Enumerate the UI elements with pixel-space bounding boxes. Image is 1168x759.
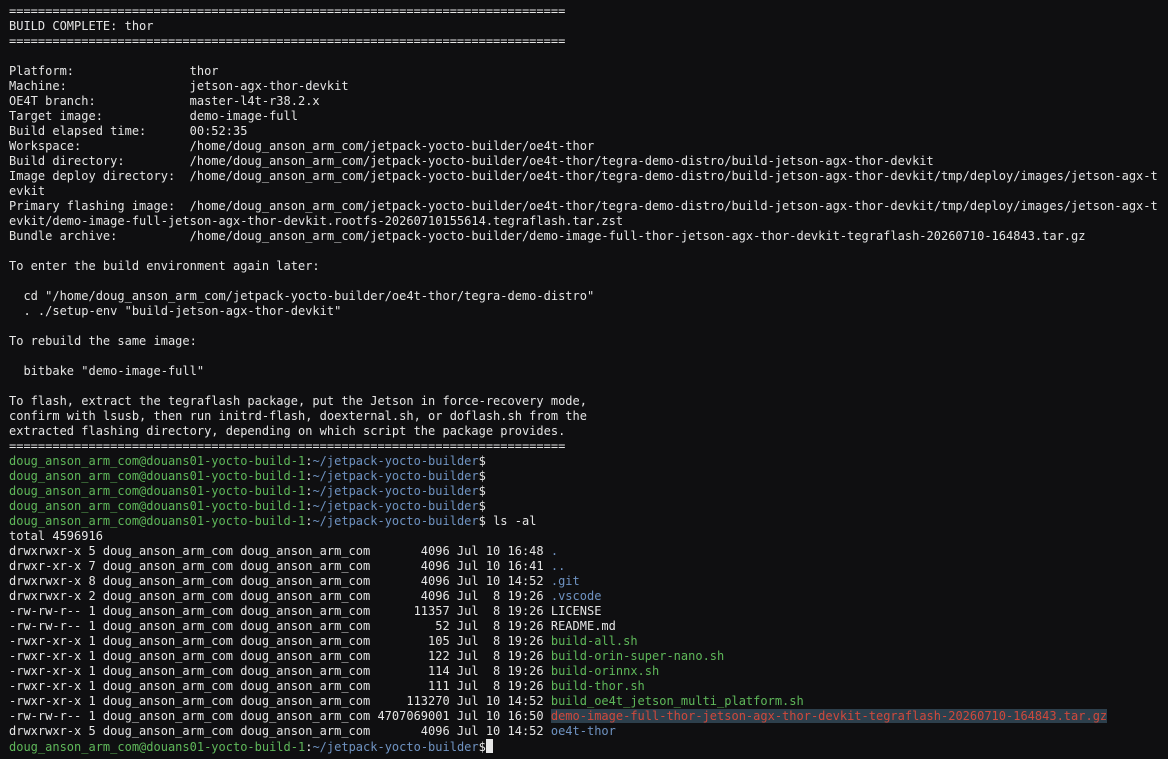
build-complete-heading: BUILD COMPLETE: thor (9, 19, 154, 33)
file-name: oe4t-thor (550, 724, 616, 738)
file-meta: -rwxr-xr-x 1 doug_anson_arm_com doug_ans… (9, 634, 551, 648)
bundle-archive-line: Bundle archive: /home/doug_anson_arm_com… (9, 229, 1086, 243)
listing-row: -rw-rw-r-- 1 doug_anson_arm_com doug_ans… (9, 709, 1158, 724)
target-image-line: Target image: demo-image-full (9, 109, 298, 123)
prompt-path: ~/jetpack-yocto-builder (312, 740, 479, 754)
file-meta: -rw-rw-r-- 1 doug_anson_arm_com doug_ans… (9, 604, 551, 618)
listing-row: -rwxr-xr-x 1 doug_anson_arm_com doug_ans… (9, 664, 1158, 679)
summary-divider: ========================================… (9, 439, 566, 453)
prompt-dollar: $ (478, 454, 486, 468)
listing-row: -rwxr-xr-x 1 doug_anson_arm_com doug_ans… (9, 679, 1158, 694)
prompt-dollar: $ (478, 514, 486, 528)
prompt-dollar: $ (478, 484, 486, 498)
setup-env-command-line: . ./setup-env "build-jetson-agx-thor-dev… (9, 304, 342, 318)
listing-row: drwxr-xr-x 7 doug_anson_arm_com doug_ans… (9, 559, 1158, 574)
flashing-image-wrap: evkit/demo-image-full-jetson-agx-thor-de… (9, 214, 624, 228)
listing-row: -rw-rw-r-- 1 doug_anson_arm_com doug_ans… (9, 604, 1158, 619)
prompt-dollar: $ (478, 469, 486, 483)
enter-env-heading: To enter the build environment again lat… (9, 259, 320, 273)
bitbake-command-line: bitbake "demo-image-full" (9, 364, 205, 378)
file-name: LICENSE (550, 604, 602, 618)
rebuild-heading: To rebuild the same image: (9, 334, 197, 348)
prompt-user-host: doug_anson_arm_com@douans01-yocto-build-… (9, 740, 306, 754)
prompt-line: doug_anson_arm_com@douans01-yocto-build-… (9, 499, 1158, 514)
terminal-cursor[interactable] (485, 739, 493, 753)
prompt-dollar: $ (478, 499, 486, 513)
prompt-line: doug_anson_arm_com@douans01-yocto-build-… (9, 454, 1158, 469)
elapsed-time-line: Build elapsed time: 00:52:35 (9, 124, 248, 138)
file-name: .vscode (550, 589, 602, 603)
flash-instructions-line: extracted flashing directory, depending … (9, 424, 566, 438)
machine-line: Machine: jetson-agx-thor-devkit (9, 79, 349, 93)
file-name: build-orinnx.sh (550, 664, 660, 678)
prompt-line: doug_anson_arm_com@douans01-yocto-build-… (9, 469, 1158, 484)
file-meta: -rwxr-xr-x 1 doug_anson_arm_com doug_ans… (9, 649, 551, 663)
flashing-image-line: Primary flashing image: /home/doug_anson… (9, 199, 1158, 213)
listing-row: drwxrwxr-x 5 doug_anson_arm_com doug_ans… (9, 544, 1158, 559)
prompt-user-host: doug_anson_arm_com@douans01-yocto-build-… (9, 514, 306, 528)
file-name: .git (550, 574, 580, 588)
prompt-path: ~/jetpack-yocto-builder (312, 484, 479, 498)
branch-line: OE4T branch: master-l4t-r38.2.x (9, 94, 320, 108)
listing-row: -rwxr-xr-x 1 doug_anson_arm_com doug_ans… (9, 634, 1158, 649)
file-name: README.md (550, 619, 616, 633)
platform-line: Platform: thor (9, 64, 219, 78)
flash-instructions-line: confirm with lsusb, then run initrd-flas… (9, 409, 587, 423)
file-name: build-all.sh (550, 634, 638, 648)
listing-row: drwxrwxr-x 5 doug_anson_arm_com doug_ans… (9, 724, 1158, 739)
file-meta: drwxrwxr-x 5 doug_anson_arm_com doug_ans… (9, 724, 551, 738)
file-name: build_oe4t_jetson_multi_platform.sh (550, 694, 804, 708)
prompt-line: doug_anson_arm_com@douans01-yocto-build-… (9, 514, 1158, 529)
ls-total-line: total 4596916 (9, 529, 103, 543)
active-prompt-line[interactable]: doug_anson_arm_com@douans01-yocto-build-… (9, 739, 1158, 754)
file-meta: drwxrwxr-x 2 doug_anson_arm_com doug_ans… (9, 589, 551, 603)
file-meta: drwxr-xr-x 7 doug_anson_arm_com doug_ans… (9, 559, 551, 573)
file-meta: -rwxr-xr-x 1 doug_anson_arm_com doug_ans… (9, 664, 551, 678)
listing-row: -rwxr-xr-x 1 doug_anson_arm_com doug_ans… (9, 694, 1158, 709)
file-meta: drwxrwxr-x 5 doug_anson_arm_com doug_ans… (9, 544, 551, 558)
file-meta: -rwxr-xr-x 1 doug_anson_arm_com doug_ans… (9, 679, 551, 693)
deploy-directory-wrap: evkit (9, 184, 46, 198)
workspace-line: Workspace: /home/doug_anson_arm_com/jetp… (9, 139, 595, 153)
file-meta: -rw-rw-r-- 1 doug_anson_arm_com doug_ans… (9, 709, 551, 723)
prompt-dollar: $ (478, 740, 486, 754)
cd-command-line: cd "/home/doug_anson_arm_com/jetpack-yoc… (9, 289, 595, 303)
prompt-line: doug_anson_arm_com@douans01-yocto-build-… (9, 484, 1158, 499)
file-meta: -rwxr-xr-x 1 doug_anson_arm_com doug_ans… (9, 694, 551, 708)
ls-command: ls -al (485, 514, 537, 528)
prompt-user-host: doug_anson_arm_com@douans01-yocto-build-… (9, 484, 306, 498)
file-name: .. (550, 559, 566, 573)
prompt-user-host: doug_anson_arm_com@douans01-yocto-build-… (9, 469, 306, 483)
flash-instructions-line: To flash, extract the tegraflash package… (9, 394, 587, 408)
prompt-user-host: doug_anson_arm_com@douans01-yocto-build-… (9, 454, 306, 468)
file-name: . (550, 544, 559, 558)
prompt-user-host: doug_anson_arm_com@douans01-yocto-build-… (9, 499, 306, 513)
file-meta: drwxrwxr-x 8 doug_anson_arm_com doug_ans… (9, 574, 551, 588)
summary-divider: ========================================… (9, 4, 566, 18)
prompt-path: ~/jetpack-yocto-builder (312, 454, 479, 468)
listing-row: drwxrwxr-x 8 doug_anson_arm_com doug_ans… (9, 574, 1158, 589)
prompt-path: ~/jetpack-yocto-builder (312, 514, 479, 528)
summary-divider: ========================================… (9, 34, 566, 48)
listing-row: drwxrwxr-x 2 doug_anson_arm_com doug_ans… (9, 589, 1158, 604)
file-meta: -rw-rw-r-- 1 doug_anson_arm_com doug_ans… (9, 619, 551, 633)
build-summary-output: ========================================… (9, 4, 1158, 454)
listing-row: -rwxr-xr-x 1 doug_anson_arm_com doug_ans… (9, 649, 1158, 664)
terminal-window[interactable]: ========================================… (0, 0, 1168, 759)
listing-row: -rw-rw-r-- 1 doug_anson_arm_com doug_ans… (9, 619, 1158, 634)
prompt-path: ~/jetpack-yocto-builder (312, 499, 479, 513)
file-name-archive-selected[interactable]: demo-image-full-thor-jetson-agx-thor-dev… (550, 709, 1108, 723)
prompt-path: ~/jetpack-yocto-builder (312, 469, 479, 483)
deploy-directory-line: Image deploy directory: /home/doug_anson… (9, 169, 1158, 183)
file-name: build-orin-super-nano.sh (550, 649, 725, 663)
file-name: build-thor.sh (550, 679, 645, 693)
build-directory-line: Build directory: /home/doug_anson_arm_co… (9, 154, 934, 168)
